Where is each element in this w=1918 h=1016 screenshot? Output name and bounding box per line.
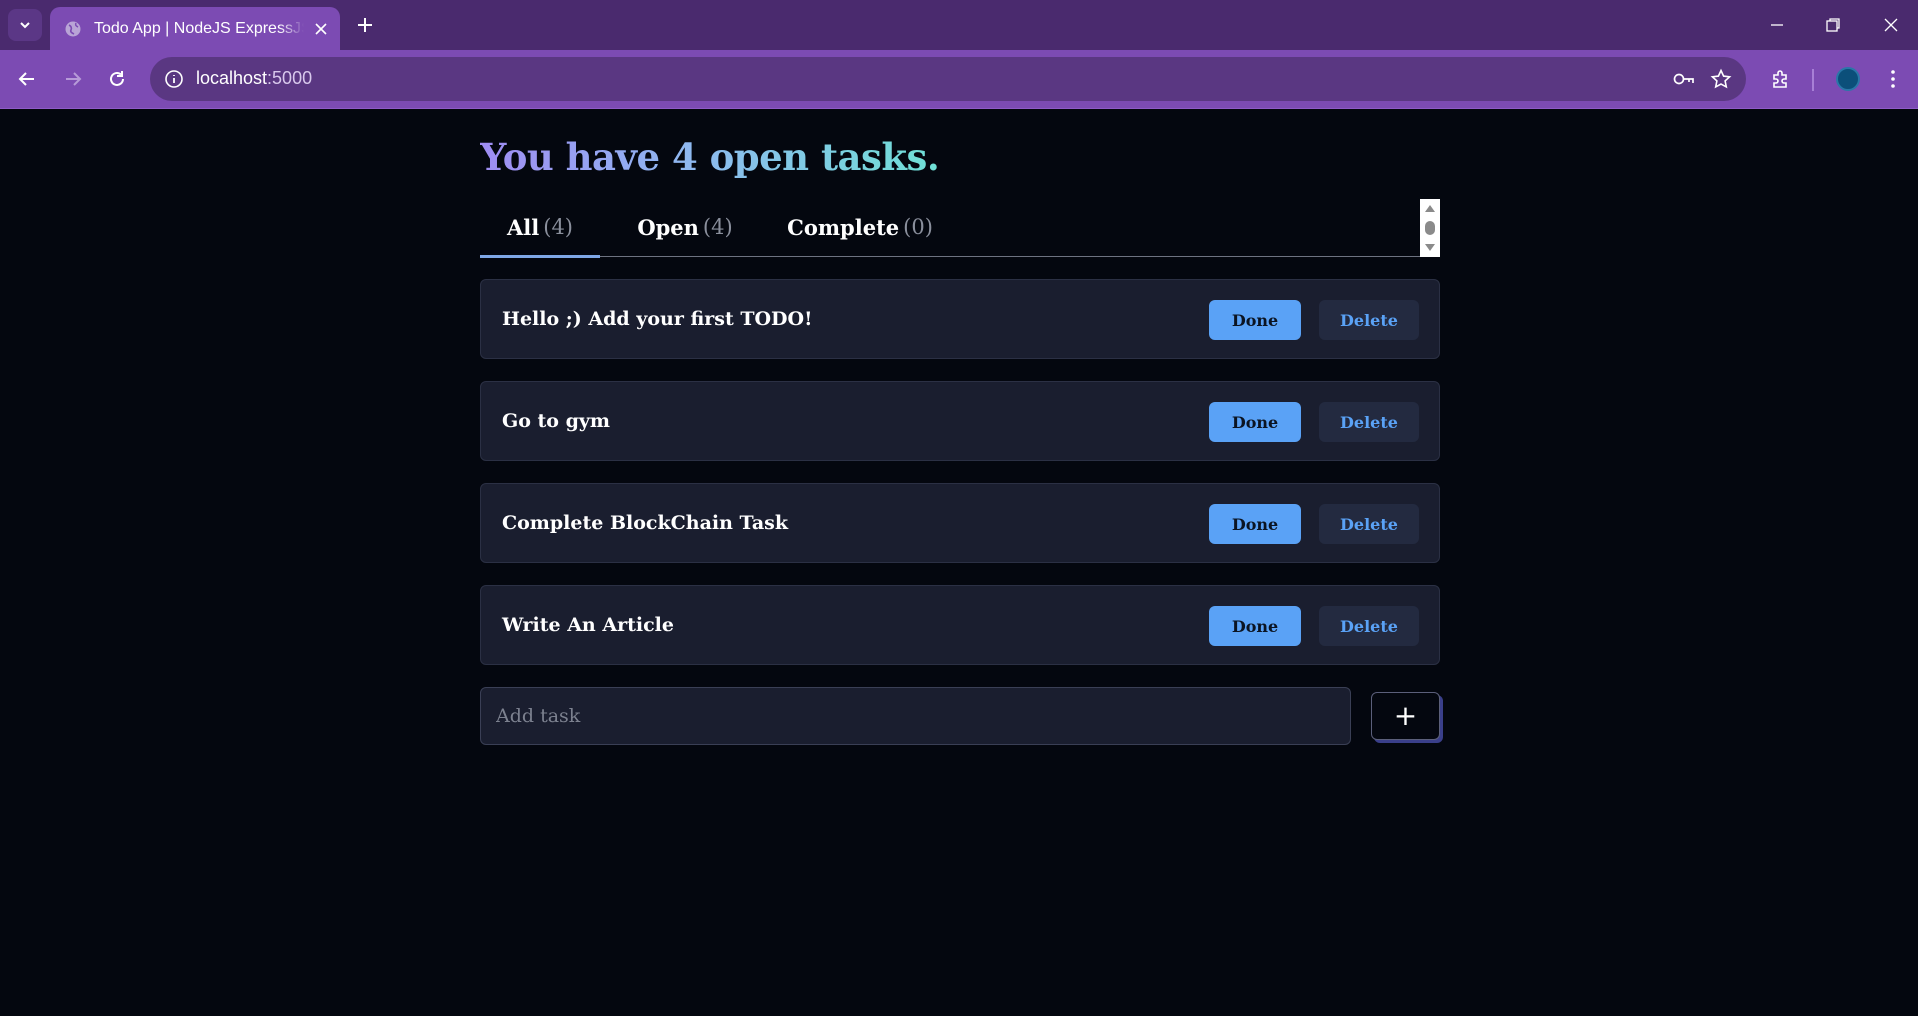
- delete-button[interactable]: Delete: [1319, 402, 1419, 442]
- password-key-icon[interactable]: [1672, 69, 1696, 89]
- kebab-menu-icon[interactable]: [1882, 68, 1904, 90]
- task-item: Complete BlockChain Task Done Delete: [480, 483, 1440, 563]
- minimize-icon[interactable]: [1768, 16, 1786, 34]
- browser-tab-active[interactable]: Todo App | NodeJS ExpressJS S: [50, 7, 340, 50]
- close-tab-icon[interactable]: [314, 22, 328, 36]
- back-icon[interactable]: [16, 68, 38, 90]
- new-tab-icon[interactable]: [354, 14, 376, 36]
- task-item: Hello ;) Add your first TODO! Done Delet…: [480, 279, 1440, 359]
- restore-icon[interactable]: [1824, 16, 1842, 34]
- tab-title: Todo App | NodeJS ExpressJS S: [94, 19, 304, 37]
- delete-button[interactable]: Delete: [1319, 300, 1419, 340]
- delete-button[interactable]: Delete: [1319, 504, 1419, 544]
- done-button[interactable]: Done: [1209, 504, 1301, 544]
- add-task-input[interactable]: [480, 687, 1351, 745]
- browser-toolbar: localhost:5000: [0, 50, 1918, 109]
- tab-all[interactable]: All (4): [480, 198, 600, 258]
- done-button[interactable]: Done: [1209, 300, 1301, 340]
- page-title: You have 4 open tasks.: [480, 135, 940, 179]
- url-text[interactable]: localhost:5000: [196, 68, 312, 89]
- reload-icon[interactable]: [106, 68, 128, 90]
- scroll-thumb[interactable]: [1424, 220, 1436, 236]
- tab-complete[interactable]: Complete (0): [775, 198, 945, 256]
- chevron-down-icon: [20, 22, 30, 29]
- task-text: Go to gym: [502, 410, 611, 432]
- close-window-icon[interactable]: [1882, 16, 1900, 34]
- tab-search-button[interactable]: [8, 9, 42, 41]
- tabs-scrollbar[interactable]: [1420, 199, 1440, 257]
- done-button[interactable]: Done: [1209, 606, 1301, 646]
- task-item: Write An Article Done Delete: [480, 585, 1440, 665]
- toolbar-divider: [1812, 69, 1814, 91]
- scroll-up-arrow-icon[interactable]: [1424, 203, 1436, 213]
- bookmark-star-icon[interactable]: [1710, 68, 1732, 90]
- profile-avatar[interactable]: [1836, 67, 1860, 91]
- task-text: Write An Article: [502, 614, 674, 636]
- done-button[interactable]: Done: [1209, 402, 1301, 442]
- add-task-button[interactable]: +: [1371, 692, 1440, 740]
- tab-open[interactable]: Open (4): [625, 198, 745, 256]
- address-bar[interactable]: localhost:5000: [150, 57, 1746, 101]
- page-content: You have 4 open tasks. All (4) Open (4) Co…: [0, 109, 1918, 1016]
- task-text: Complete BlockChain Task: [502, 512, 789, 534]
- extensions-puzzle-icon[interactable]: [1770, 68, 1792, 90]
- filter-tabs: All (4) Open (4) Complete (0): [480, 198, 1440, 258]
- forward-icon[interactable]: [62, 68, 84, 90]
- browser-tab-strip: Todo App | NodeJS ExpressJS S: [0, 0, 1918, 50]
- delete-button[interactable]: Delete: [1319, 606, 1419, 646]
- globe-icon: [65, 21, 81, 36]
- task-item: Go to gym Done Delete: [480, 381, 1440, 461]
- task-text: Hello ;) Add your first TODO!: [502, 308, 813, 330]
- scroll-down-arrow-icon[interactable]: [1424, 243, 1436, 253]
- site-info-icon[interactable]: [164, 69, 184, 89]
